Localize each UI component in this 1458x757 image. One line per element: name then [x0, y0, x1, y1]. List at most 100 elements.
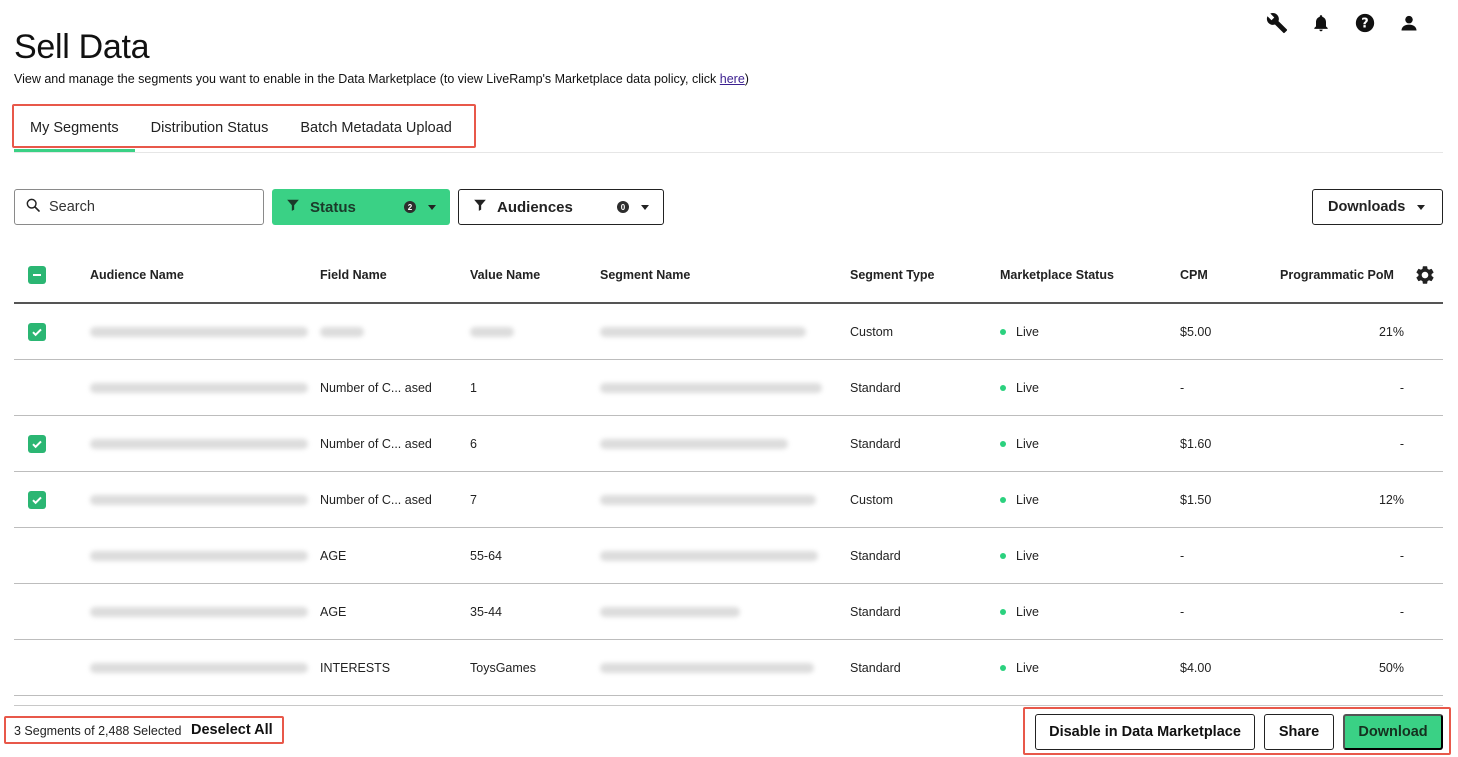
cpm-cell: $1.50 — [1180, 492, 1212, 507]
column-header-audience-name[interactable]: Audience Name — [90, 248, 184, 302]
status-filter-button[interactable]: Status 2 — [272, 189, 450, 225]
row-checkbox[interactable] — [28, 360, 46, 415]
row-checkbox[interactable] — [28, 304, 46, 359]
status-dot-icon — [1000, 384, 1006, 391]
select-all-checkbox[interactable] — [28, 248, 46, 302]
selection-count: 3 Segments of 2,488 Selected — [14, 724, 182, 738]
audience-name-cell — [90, 584, 308, 639]
audiences-filter-button[interactable]: Audiences 0 — [458, 189, 664, 225]
cpm-cell: - — [1180, 380, 1185, 395]
audiences-filter-label: Audiences — [497, 198, 573, 216]
cpm-cell: $1.60 — [1180, 436, 1212, 451]
marketplace-status-cell: Live — [1000, 472, 1039, 527]
wrench-icon[interactable] — [1266, 12, 1288, 34]
pom-cell: 50% — [1378, 660, 1404, 675]
segment-name-cell — [600, 640, 814, 695]
column-header-segment-type[interactable]: Segment Type — [850, 248, 935, 302]
tabs-divider — [14, 152, 1443, 153]
empty-checkbox — [28, 379, 46, 397]
page-title: Sell Data — [14, 28, 150, 66]
audiences-filter-count: 0 — [617, 201, 629, 213]
bell-icon[interactable] — [1310, 12, 1332, 34]
status-filter-count: 2 — [404, 201, 416, 213]
pom-cell: 21% — [1378, 324, 1404, 339]
disable-in-marketplace-button[interactable]: Disable in Data Marketplace — [1035, 714, 1255, 750]
column-header-value-name[interactable]: Value Name — [470, 248, 540, 302]
table-row[interactable]: Number of C... ased 1 Standard Live - - — [14, 360, 1443, 416]
search-box — [14, 189, 264, 225]
search-input[interactable] — [49, 199, 239, 215]
column-header-marketplace-status[interactable]: Marketplace Status — [1000, 248, 1114, 302]
segment-type-cell: Custom — [850, 492, 894, 507]
table-row[interactable]: INTERESTS ToysGames Standard Live $4.00 … — [14, 640, 1443, 696]
tab-my-segments[interactable]: My Segments — [14, 106, 135, 152]
row-checkbox[interactable] — [28, 416, 46, 471]
audience-name-cell — [90, 360, 308, 415]
audience-name-cell — [90, 528, 308, 583]
tab-batch-metadata-upload[interactable]: Batch Metadata Upload — [284, 106, 468, 150]
row-checkbox[interactable] — [28, 640, 46, 695]
redacted-text — [90, 662, 308, 673]
segment-name-cell — [600, 360, 822, 415]
user-icon[interactable] — [1398, 12, 1420, 34]
field-name-cell: AGE — [320, 548, 347, 563]
status-dot-icon — [1000, 328, 1006, 335]
redacted-text — [600, 382, 822, 393]
marketplace-status-cell: Live — [1000, 528, 1039, 583]
downloads-dropdown[interactable]: Downloads — [1312, 189, 1443, 225]
download-button[interactable]: Download — [1343, 714, 1443, 750]
table-row[interactable]: Custom Live $5.00 21% — [14, 304, 1443, 360]
filter-icon — [473, 198, 487, 216]
value-name-cell: 7 — [470, 492, 477, 507]
marketplace-status-cell: Live — [1000, 360, 1039, 415]
minus-icon — [28, 266, 46, 284]
tab-distribution-status[interactable]: Distribution Status — [135, 106, 285, 150]
field-name-cell: Number of C... ased — [320, 380, 432, 395]
field-name-cell: Number of C... ased — [320, 436, 432, 451]
column-header-cpm[interactable]: CPM — [1180, 248, 1208, 302]
subtitle-text: View and manage the segments you want to… — [14, 72, 720, 86]
redacted-text — [600, 550, 818, 561]
status-dot-icon — [1000, 496, 1006, 503]
marketplace-status-cell: Live — [1000, 416, 1039, 471]
redacted-text — [600, 326, 806, 337]
empty-checkbox — [28, 603, 46, 621]
column-header-programmatic-pom[interactable]: Programmatic PoM — [1280, 248, 1404, 302]
check-icon — [28, 322, 46, 341]
table-row[interactable]: Number of C... ased 6 Standard Live $1.6… — [14, 416, 1443, 472]
chevron-down-icon — [641, 204, 649, 210]
segments-table: Audience Name Field Name Value Name Segm… — [14, 248, 1443, 696]
marketplace-status-cell: Live — [1000, 304, 1039, 359]
redacted-text — [90, 494, 308, 505]
segment-type-cell: Custom — [850, 324, 894, 339]
value-name-cell: 6 — [470, 436, 477, 451]
row-checkbox[interactable] — [28, 472, 46, 527]
gear-icon[interactable] — [1414, 248, 1436, 302]
column-header-field-name[interactable]: Field Name — [320, 248, 387, 302]
pom-cell: - — [1399, 604, 1404, 619]
svg-text:?: ? — [1361, 17, 1368, 32]
column-header-segment-name[interactable]: Segment Name — [600, 248, 690, 302]
share-button[interactable]: Share — [1264, 714, 1334, 750]
top-icon-bar: ? — [1266, 12, 1420, 34]
row-checkbox[interactable] — [28, 584, 46, 639]
empty-checkbox — [28, 659, 46, 677]
help-icon[interactable]: ? — [1354, 12, 1376, 34]
chevron-down-icon — [428, 204, 436, 210]
deselect-all-button[interactable]: Deselect All — [191, 722, 273, 738]
value-name-cell — [470, 304, 514, 359]
pom-cell: - — [1399, 548, 1404, 563]
redacted-text — [90, 550, 308, 561]
row-checkbox[interactable] — [28, 528, 46, 583]
tab-bar: My Segments Distribution Status Batch Me… — [14, 106, 468, 152]
table-row[interactable]: Number of C... ased 7 Custom Live $1.50 … — [14, 472, 1443, 528]
marketplace-policy-link[interactable]: here — [720, 72, 745, 86]
table-row[interactable]: AGE 35-44 Standard Live - - — [14, 584, 1443, 640]
status-dot-icon — [1000, 552, 1006, 559]
marketplace-status-cell: Live — [1000, 584, 1039, 639]
audience-name-cell — [90, 304, 308, 359]
downloads-label: Downloads — [1328, 199, 1406, 215]
table-row[interactable]: AGE 55-64 Standard Live - - — [14, 528, 1443, 584]
redacted-text — [90, 438, 308, 449]
table-header: Audience Name Field Name Value Name Segm… — [14, 248, 1443, 304]
